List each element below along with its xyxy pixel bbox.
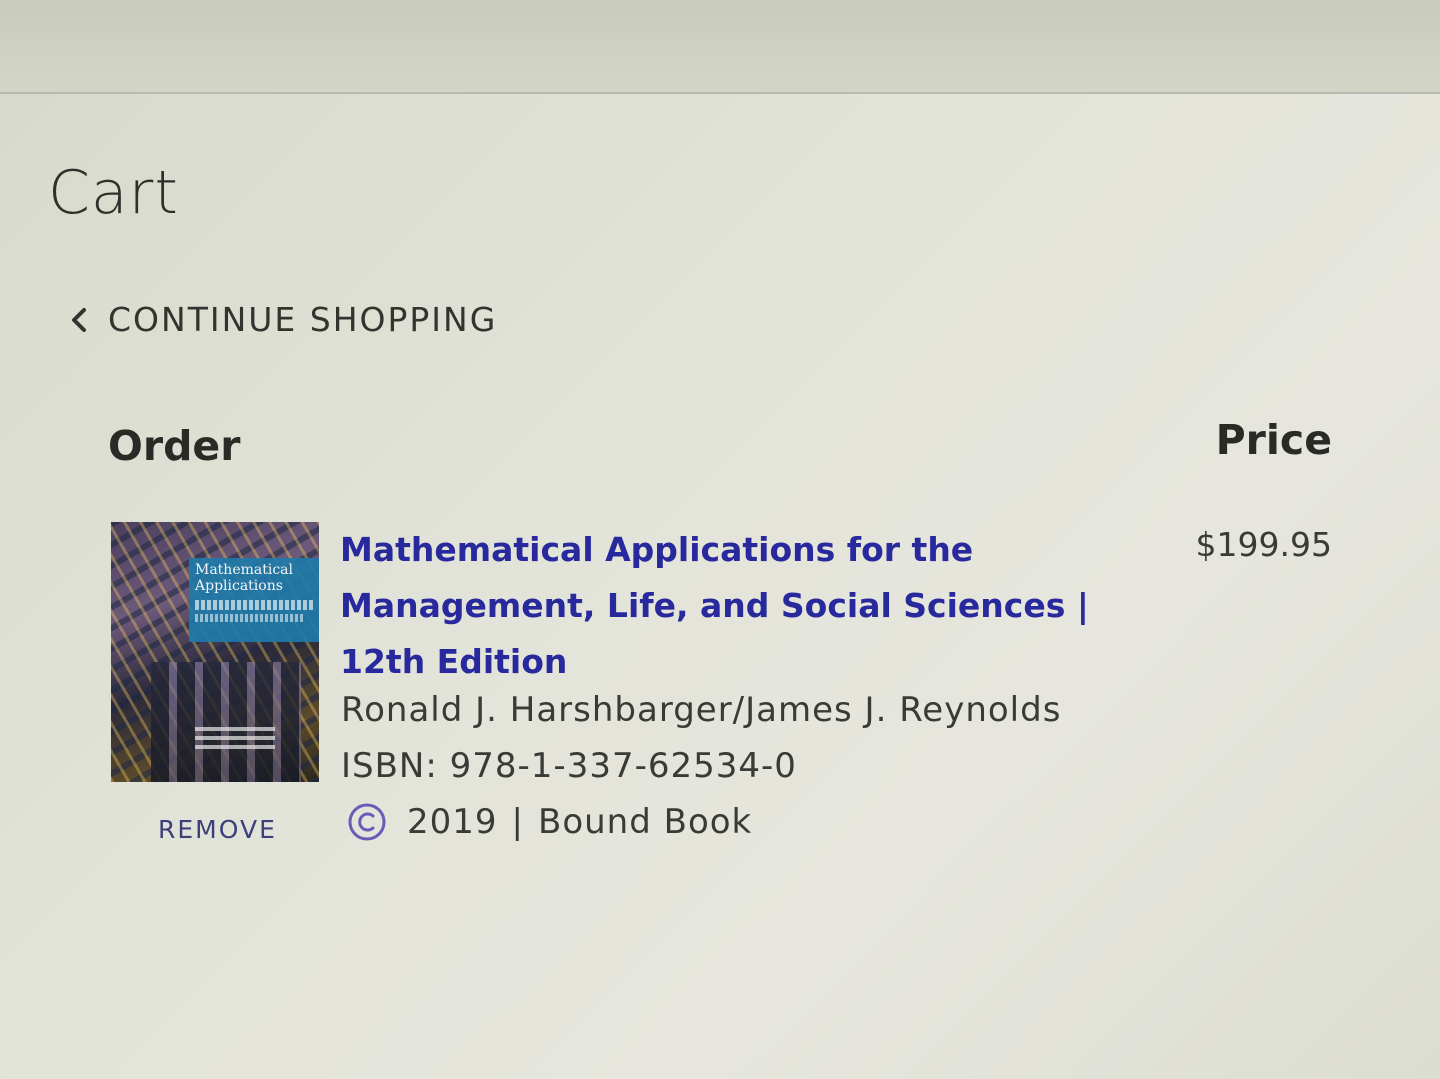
product-title-link[interactable]: Mathematical Applications for the Manage… <box>340 522 1130 690</box>
product-year: 2019 <box>407 802 498 842</box>
continue-shopping-label: CONTINUE SHOPPING <box>108 300 498 339</box>
cover-subtitle-lines-2 <box>195 614 305 622</box>
product-format: Bound Book <box>538 802 753 842</box>
cover-title: Mathematical Applications <box>195 562 293 594</box>
book-cover-image[interactable]: Mathematical Applications <box>111 522 319 782</box>
top-bar <box>0 0 1440 94</box>
cover-author-lines <box>195 727 275 749</box>
page-title: Cart <box>48 158 179 228</box>
cover-subtitle-lines <box>195 600 313 610</box>
continue-shopping-link[interactable]: CONTINUE SHOPPING <box>66 300 497 339</box>
cover-city-art <box>151 662 301 782</box>
meta-separator: | <box>511 802 524 842</box>
price-column-header: Price <box>1215 416 1332 464</box>
remove-button[interactable]: REMOVE <box>158 815 277 844</box>
product-year-format: 2019 | Bound Book <box>341 802 752 842</box>
product-authors: Ronald J. Harshbarger/James J. Reynolds <box>341 690 1062 730</box>
product-price: $199.95 <box>1195 525 1332 564</box>
order-column-header: Order <box>108 422 241 470</box>
product-isbn: ISBN: 978-1-337-62534-0 <box>341 746 797 786</box>
copyright-icon <box>348 803 386 841</box>
chevron-left-icon <box>72 307 86 332</box>
